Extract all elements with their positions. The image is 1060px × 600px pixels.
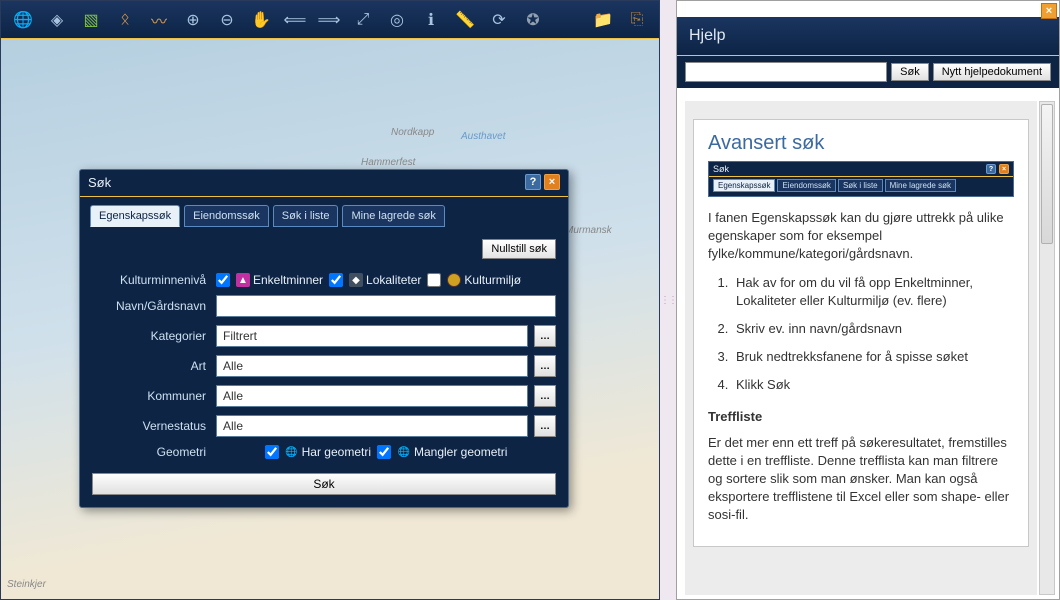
- tab-eiendomssok[interactable]: Eiendomssøk: [184, 205, 269, 227]
- chk-mangler-geometri[interactable]: [377, 445, 391, 459]
- help-content: Avansert søk Søk ? × Egenskapssøk Eiendo…: [685, 101, 1037, 595]
- globe-icon[interactable]: 🌐: [13, 10, 33, 30]
- kommuner-input[interactable]: [216, 385, 528, 407]
- help-subheading: Treffliste: [708, 409, 1014, 424]
- help-scrollbar[interactable]: [1039, 101, 1055, 595]
- help-panel-title: Hjelp: [677, 17, 1059, 56]
- help-toolbar: Søk Nytt hjelpedokument: [677, 56, 1059, 88]
- vernestatus-label: Vernestatus: [92, 419, 210, 433]
- chk-enkeltminner[interactable]: [216, 273, 230, 287]
- help-doc-heading: Avansert søk: [708, 132, 1014, 155]
- geometri-label: Geometri: [92, 445, 210, 459]
- zoom-extent-icon[interactable]: ⤢: [353, 10, 373, 30]
- vernestatus-picker-button[interactable]: …: [534, 415, 556, 437]
- refresh-icon[interactable]: ⟳: [489, 10, 509, 30]
- tab-sok-i-liste[interactable]: Søk i liste: [273, 205, 339, 227]
- exit-icon[interactable]: ⎘: [627, 10, 647, 30]
- image-layer-icon[interactable]: ▧: [81, 10, 101, 30]
- chk-lokaliteter[interactable]: [329, 273, 343, 287]
- layers-icon[interactable]: ◈: [47, 10, 67, 30]
- help-step: Skriv ev. inn navn/gårdsnavn: [732, 320, 1014, 338]
- dialog-close-icon[interactable]: ×: [544, 174, 560, 190]
- dialog-title-text: Søk: [88, 175, 111, 190]
- map-panel: 🌐 ◈ ▧ ᛟ 〰 ⊕ ⊖ ✋ ⟸ ⟹ ⤢ ◎ ℹ 📏 ⟳ ✪ 📁 ⎘ Nord…: [0, 0, 660, 600]
- back-icon[interactable]: ⟸: [285, 10, 305, 30]
- kommuner-label: Kommuner: [92, 389, 210, 403]
- chk-kulturmiljo[interactable]: [427, 273, 441, 287]
- help-intro: I fanen Egenskapssøk kan du gjøre uttrek…: [708, 209, 1014, 264]
- help-scrollbar-thumb[interactable]: [1041, 104, 1053, 244]
- dialog-titlebar[interactable]: Søk ? ×: [80, 170, 568, 197]
- help-step: Klikk Søk: [732, 376, 1014, 394]
- chk-har-geometri[interactable]: [265, 445, 279, 459]
- kategorier-input[interactable]: [216, 325, 528, 347]
- navn-label: Navn/Gårdsnavn: [92, 299, 210, 313]
- tab-mine-lagrede-sok[interactable]: Mine lagrede søk: [342, 205, 444, 227]
- tab-egenskapssok[interactable]: Egenskapssøk: [90, 205, 180, 227]
- splitter[interactable]: ⋮⋮: [660, 0, 676, 600]
- navn-input[interactable]: [216, 295, 556, 317]
- kommuner-picker-button[interactable]: …: [534, 385, 556, 407]
- region-icon[interactable]: ᛟ: [115, 10, 135, 30]
- art-input[interactable]: [216, 355, 528, 377]
- lokaliteter-icon: ◆: [349, 273, 363, 287]
- map-label: Murmansk: [565, 225, 612, 236]
- help-panel-close-icon[interactable]: ×: [1041, 3, 1057, 19]
- thumb-help-icon: ?: [986, 164, 996, 174]
- draw-icon[interactable]: 〰: [149, 10, 169, 30]
- help-step: Bruk nedtrekksfanene for å spisse søket: [732, 348, 1014, 366]
- help-screenshot-thumb: Søk ? × Egenskapssøk Eiendomssøk Søk i l…: [708, 161, 1014, 197]
- search-button[interactable]: Søk: [92, 473, 556, 495]
- goto-icon[interactable]: ◎: [387, 10, 407, 30]
- art-picker-button[interactable]: …: [534, 355, 556, 377]
- help-document: Avansert søk Søk ? × Egenskapssøk Eiendo…: [693, 119, 1029, 547]
- map-label: Austhavet: [461, 131, 505, 142]
- enkeltminner-icon: ▲: [236, 273, 250, 287]
- help-step: Hak av for om du vil få opp Enkeltminner…: [732, 274, 1014, 310]
- splitter-grip-icon: ⋮⋮: [660, 295, 676, 306]
- help-paragraph: Er det mer enn ett treff på søkeresultat…: [708, 434, 1014, 525]
- globe-small-icon: 🌐: [397, 445, 411, 459]
- pan-icon[interactable]: ✋: [251, 10, 271, 30]
- measure-icon[interactable]: 📏: [455, 10, 475, 30]
- main-toolbar: 🌐 ◈ ▧ ᛟ 〰 ⊕ ⊖ ✋ ⟸ ⟹ ⤢ ◎ ℹ 📏 ⟳ ✪ 📁 ⎘: [1, 1, 659, 39]
- art-label: Art: [92, 359, 210, 373]
- help-panel: × Hjelp Søk Nytt hjelpedokument Avansert…: [676, 0, 1060, 600]
- zoom-in-icon[interactable]: ⊕: [183, 10, 203, 30]
- globe-small-icon: 🌐: [285, 445, 299, 459]
- map-label: Nordkapp: [391, 127, 434, 138]
- map-label: Hammerfest: [361, 157, 415, 168]
- search-dialog: Søk ? × Egenskapssøk Eiendomssøk Søk i l…: [79, 169, 569, 508]
- map-label: Steinkjer: [7, 579, 46, 590]
- thumb-close-icon: ×: [999, 164, 1009, 174]
- zoom-out-icon[interactable]: ⊖: [217, 10, 237, 30]
- kulturmiljo-icon: [447, 273, 461, 287]
- vernestatus-input[interactable]: [216, 415, 528, 437]
- search-tabstrip: Egenskapssøk Eiendomssøk Søk i liste Min…: [80, 197, 568, 227]
- kategorier-label: Kategorier: [92, 329, 210, 343]
- help-new-doc-button[interactable]: Nytt hjelpedokument: [933, 63, 1051, 81]
- levels-label: Kulturminnenivå: [92, 273, 210, 287]
- reset-search-button[interactable]: Nullstill søk: [482, 239, 556, 259]
- forward-icon[interactable]: ⟹: [319, 10, 339, 30]
- help-steps: Hak av for om du vil få opp Enkeltminner…: [732, 274, 1014, 395]
- help-search-button[interactable]: Søk: [891, 63, 929, 81]
- kategorier-picker-button[interactable]: …: [534, 325, 556, 347]
- dialog-help-icon[interactable]: ?: [525, 174, 541, 190]
- gps-icon[interactable]: ✪: [523, 10, 543, 30]
- info-icon[interactable]: ℹ: [421, 10, 441, 30]
- folder-add-icon[interactable]: 📁: [593, 10, 613, 30]
- help-search-input[interactable]: [685, 62, 887, 82]
- search-dialog-body: Nullstill søk Kulturminnenivå ▲Enkeltmin…: [80, 227, 568, 507]
